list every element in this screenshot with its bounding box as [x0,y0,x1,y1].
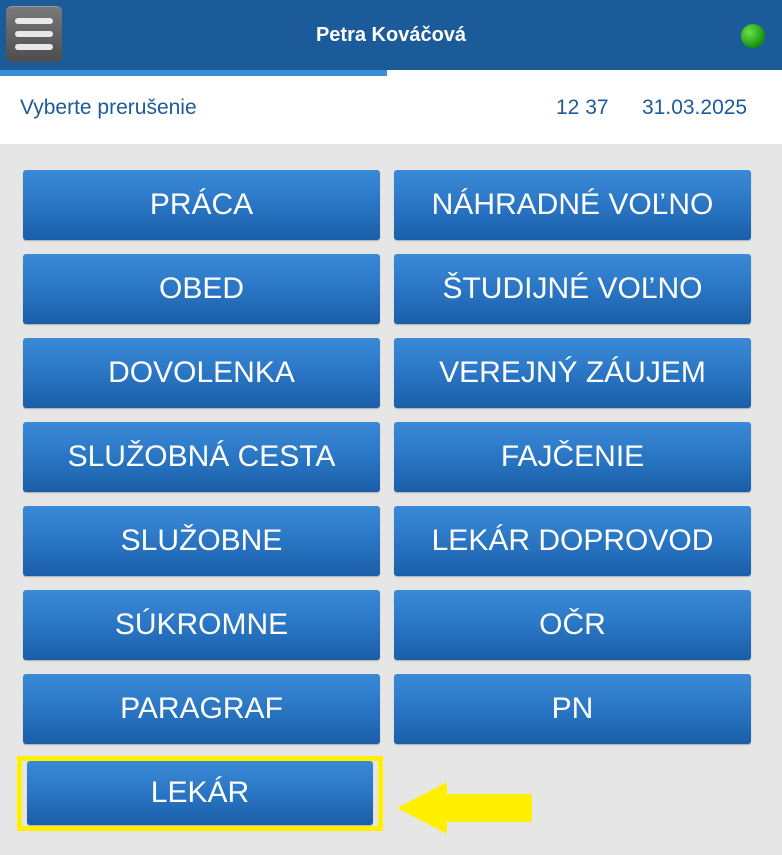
status-indicator-icon [741,24,765,48]
interruption-button-sluzobna-cesta[interactable]: SLUŽOBNÁ CESTA [23,422,380,492]
interruption-button-pn[interactable]: PN [394,674,751,744]
interruption-button-paragraf[interactable]: PARAGRAF [23,674,380,744]
highlight-box [17,756,383,831]
interruption-button-sluzobne[interactable]: SLUŽOBNE [23,506,380,576]
current-date: 31.03.2025 [642,96,748,119]
interruption-button-nahradne-volno[interactable]: NÁHRADNÉ VOĽNO [394,170,751,240]
interruption-button-fajcenie[interactable]: FAJČENIE [394,422,751,492]
interruption-button-ocr[interactable]: OČR [394,590,751,660]
current-time: 12 37 [556,96,609,119]
interruption-button-dovolenka[interactable]: DOVOLENKA [23,338,380,408]
app-header: Petra Kováčová [0,0,782,70]
yellow-left-arrow-icon [397,782,532,834]
interruption-button-obed[interactable]: OBED [23,254,380,324]
interruption-button-lekar-doprovod[interactable]: LEKÁR DOPROVOD [394,506,751,576]
interruption-button-studijne-volno[interactable]: ŠTUDIJNÉ VOĽNO [394,254,751,324]
subheader: Vyberte prerušenie 12 37 31.03.2025 [0,76,782,144]
interruption-button-praca[interactable]: PRÁCA [23,170,380,240]
prompt-text: Vyberte prerušenie [20,96,197,119]
interruption-button-sukromne[interactable]: SÚKROMNE [23,590,380,660]
user-name: Petra Kováčová [315,24,467,46]
interruption-button-verejny-zaujem[interactable]: VEREJNÝ ZÁUJEM [394,338,751,408]
